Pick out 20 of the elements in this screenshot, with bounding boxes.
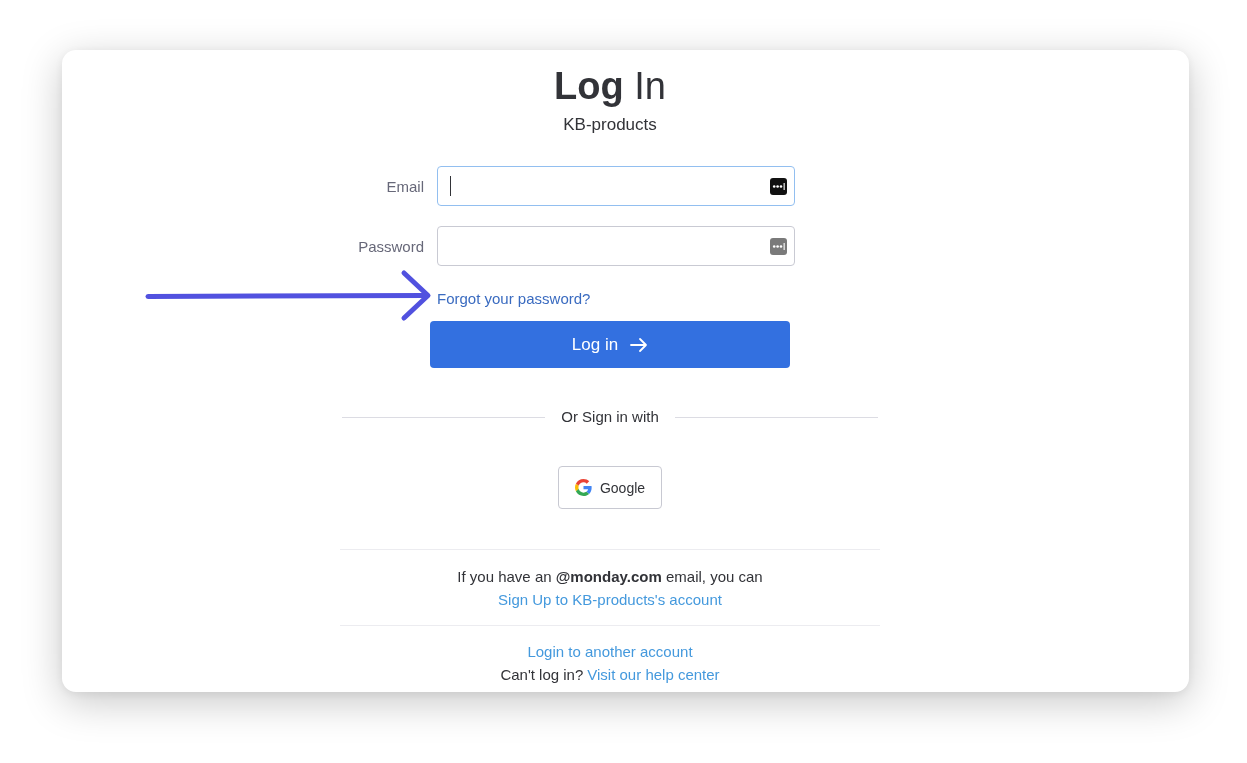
google-button[interactable]: Google (558, 466, 662, 509)
other-account-link[interactable]: Login to another account (527, 640, 693, 663)
help-center-link[interactable]: Visit our help center (587, 663, 720, 686)
account-name: KB-products (563, 114, 657, 136)
help-text: Can't log in? (500, 665, 584, 685)
dots-icon[interactable] (770, 177, 787, 195)
signup-link[interactable]: Sign Up to KB-products's account (498, 588, 722, 611)
divider-text: Or Sign in with (561, 407, 659, 427)
arrow-right-icon (630, 336, 649, 353)
g-logo-icon (574, 479, 592, 496)
text-cursor-icon (450, 176, 451, 196)
field-label: Password (358, 237, 424, 255)
page-title: Log In (554, 64, 666, 108)
signup-note: If you have an @monday.com email, you can (457, 567, 763, 587)
dots-icon[interactable] (770, 237, 787, 255)
input-field[interactable] (437, 226, 795, 266)
login-button[interactable]: Log in (430, 321, 790, 368)
field-label: Email (386, 177, 424, 195)
input-field[interactable] (437, 166, 795, 206)
forgot-password-link[interactable]: Forgot your password? (437, 289, 591, 309)
